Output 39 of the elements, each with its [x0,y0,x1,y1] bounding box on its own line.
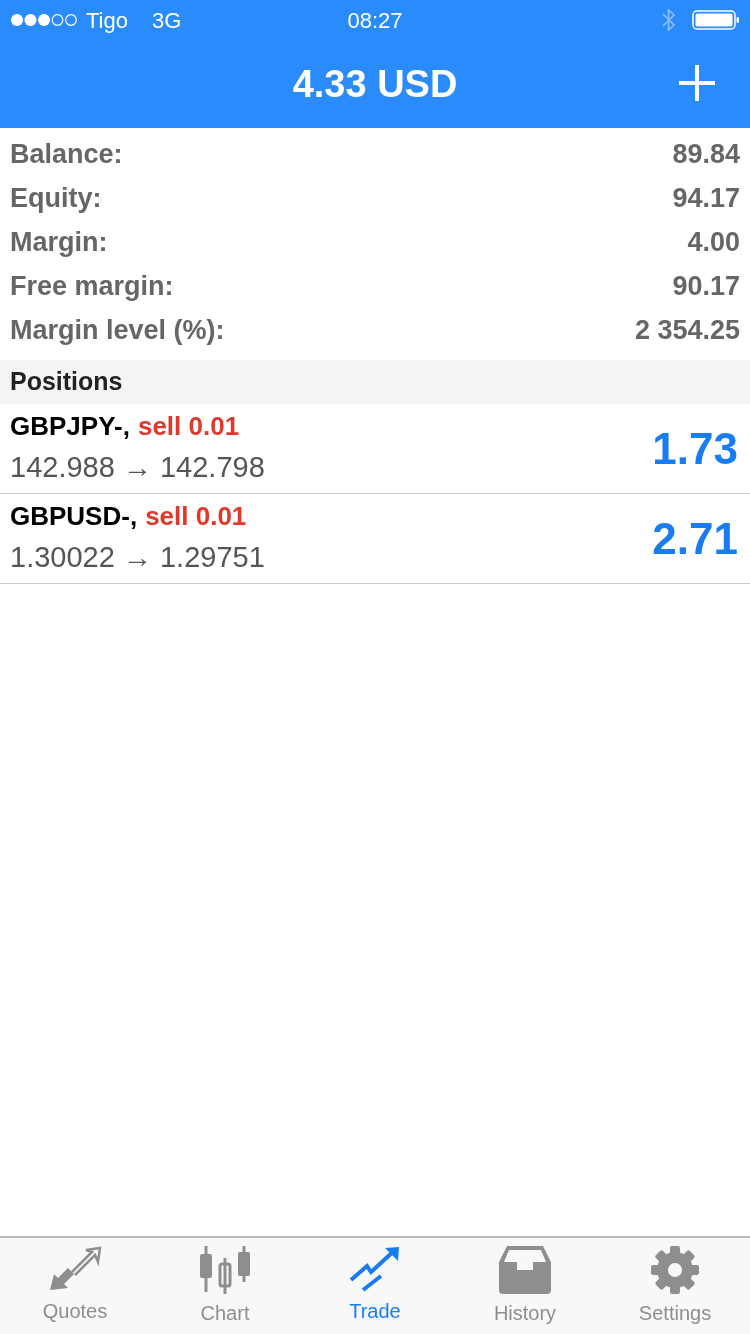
tab-item[interactable]: History [450,1238,600,1334]
summary-value: 90.17 [672,269,740,303]
network-type: 3G [152,6,182,35]
tab-item[interactable]: Quotes [0,1238,150,1334]
tab-item[interactable]: Chart [150,1238,300,1334]
position-profit: 2.71 [652,512,738,565]
inbox-icon [499,1246,551,1294]
summary-label: Margin level (%): [10,313,225,347]
tab-item[interactable]: Trade [300,1238,450,1334]
trade-type: sell 0.01 [145,500,247,534]
summary-label: Margin: [10,225,108,259]
candlestick-icon [199,1246,251,1294]
tab-item[interactable]: Settings [600,1238,750,1334]
header-title: 4.33 USD [292,61,458,107]
summary-label: Free margin: [10,269,174,303]
settings-icon [649,1246,701,1294]
price-range: 1.30022 → 1.29751 [10,540,265,576]
price-range: 142.988 → 142.798 [10,450,265,486]
bluetooth-icon [662,8,676,32]
position-symbol: GBPJPY-, [10,410,130,444]
carrier-name: Tigo [86,6,128,35]
trend-arrow-icon [349,1246,401,1292]
clock-time: 08:27 [347,6,403,35]
battery-icon [692,10,740,30]
summary-label: Balance: [10,137,123,171]
arrows-icon [48,1246,102,1292]
summary-value: 4.00 [687,225,740,259]
add-button[interactable] [678,64,716,102]
section-header: Positions [10,366,123,398]
summary-value: 89.84 [672,137,740,171]
summary-value: 94.17 [672,181,740,215]
signal-icon [10,13,78,27]
position-symbol: GBPUSD-, [10,500,138,534]
position-row[interactable]: GBPUSD-, sell 0.01 1.30022 → 1.29751 2.71 [0,494,750,584]
position-row[interactable]: GBPJPY-, sell 0.01 142.988 → 142.798 1.73 [0,404,750,494]
summary-value: 2 354.25 [634,313,740,347]
position-profit: 1.73 [652,422,738,475]
trade-type: sell 0.01 [137,410,240,444]
summary-label: Equity: [10,181,102,215]
